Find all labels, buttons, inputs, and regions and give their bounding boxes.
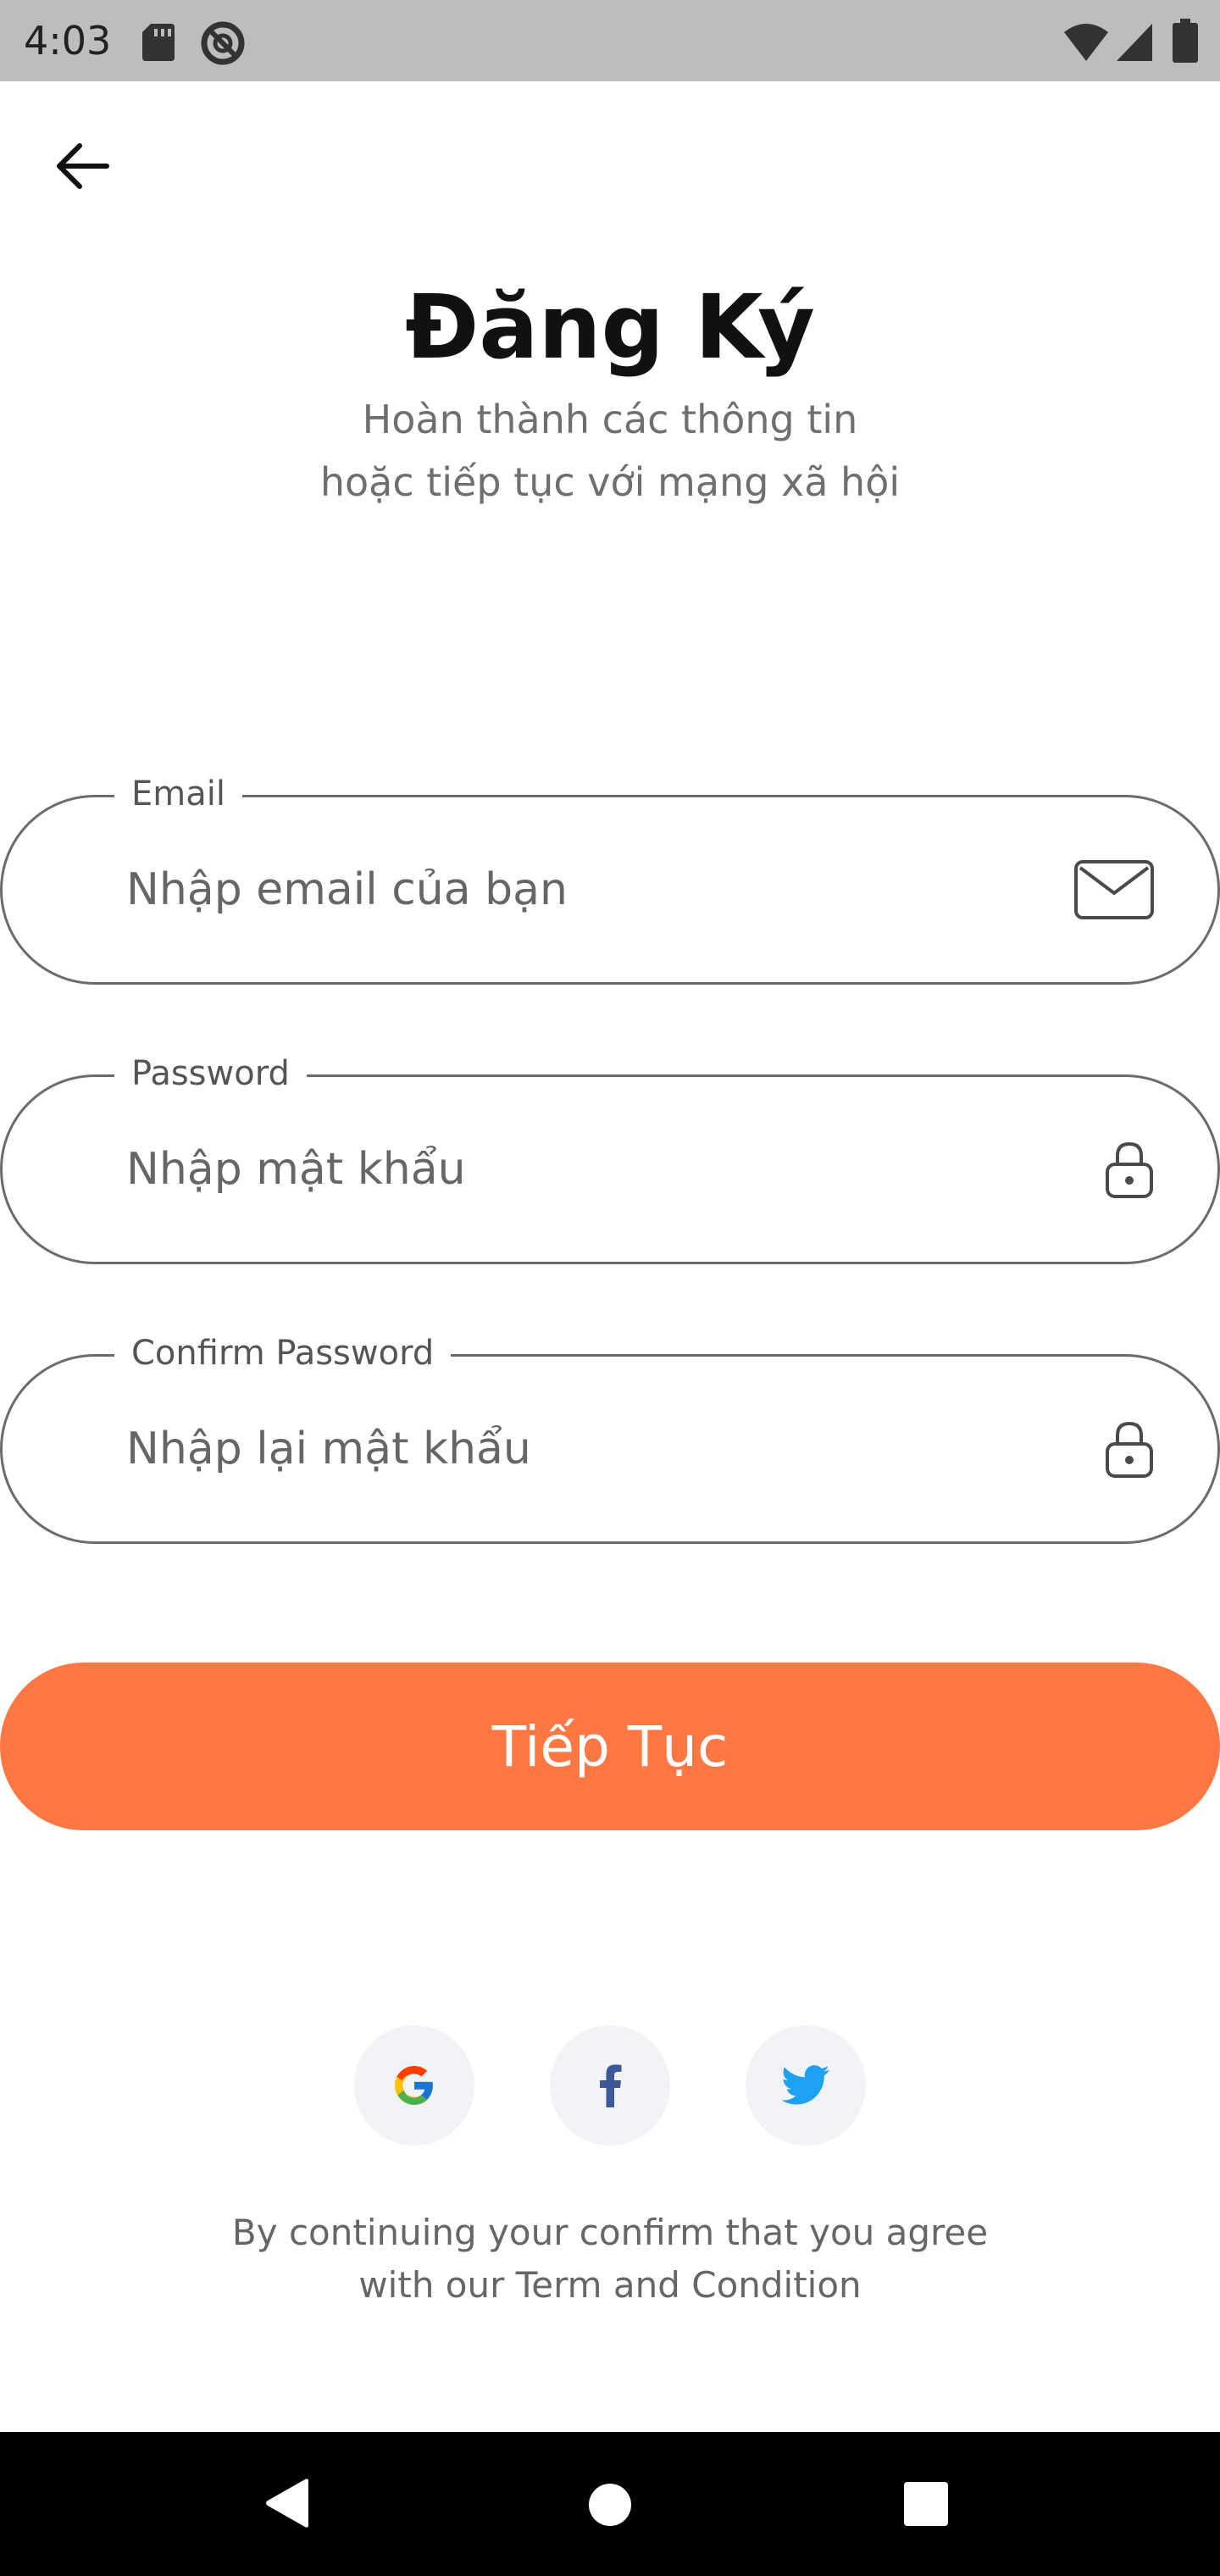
confirm-password-input[interactable] — [126, 1424, 1016, 1474]
status-bar: 4:03 — [0, 0, 1220, 81]
password-label: Password — [114, 1052, 307, 1096]
nav-home-icon[interactable] — [586, 2481, 634, 2529]
google-icon — [395, 2066, 433, 2105]
lock-icon — [1106, 1141, 1153, 1198]
terms-line-2[interactable]: with our Term and Condition — [0, 2259, 1220, 2312]
facebook-icon — [600, 2064, 622, 2107]
page-subtitle: Hoàn thành các thông tin hoặc tiếp tục v… — [0, 388, 1220, 514]
confirm-password-field[interactable]: Confirm Password — [0, 1331, 1220, 1544]
terms-line-1: By continuing your confirm that you agre… — [231, 2212, 989, 2253]
email-label: Email — [114, 772, 242, 816]
wifi-icon — [1064, 24, 1108, 61]
google-signin-button[interactable] — [354, 2025, 474, 2146]
confirm-password-label: Confirm Password — [114, 1331, 452, 1375]
sd-card-icon — [142, 24, 175, 61]
subtitle-line-1: Hoàn thành các thông tin — [362, 397, 858, 442]
email-field[interactable]: Email — [0, 772, 1220, 985]
nav-recents-icon[interactable] — [903, 2481, 949, 2527]
continue-button[interactable]: Tiếp Tục — [0, 1663, 1220, 1830]
mail-icon — [1074, 860, 1154, 919]
lock-icon — [1106, 1421, 1153, 1478]
back-button[interactable] — [47, 132, 122, 200]
facebook-signin-button[interactable] — [550, 2025, 670, 2146]
do-not-disturb-icon — [201, 21, 245, 65]
twitter-icon — [781, 2065, 829, 2105]
signal-icon — [1117, 24, 1152, 61]
status-time: 4:03 — [24, 18, 112, 64]
battery-icon — [1173, 19, 1198, 63]
subtitle-line-2: hoặc tiếp tục với mạng xã hội — [319, 459, 901, 505]
system-nav-bar — [0, 2432, 1220, 2576]
terms-text: By continuing your confirm that you agre… — [0, 2207, 1220, 2312]
page-title: Đăng Ký — [405, 275, 815, 379]
password-field[interactable]: Password — [0, 1052, 1220, 1264]
nav-back-icon[interactable] — [263, 2478, 313, 2529]
password-input[interactable] — [126, 1144, 1016, 1195]
email-input[interactable] — [126, 864, 1016, 915]
arrow-left-icon — [57, 143, 109, 189]
twitter-signin-button[interactable] — [746, 2025, 866, 2146]
